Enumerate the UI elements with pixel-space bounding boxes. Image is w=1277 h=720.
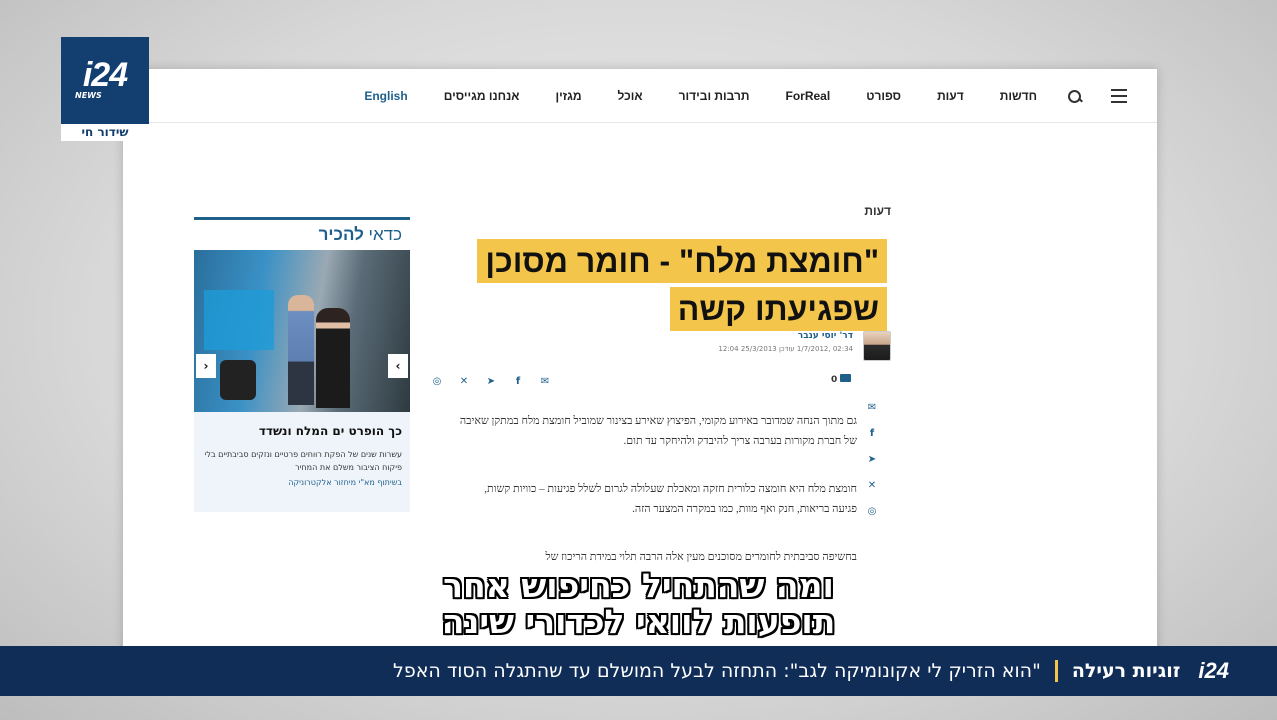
carousel-prev-button[interactable]: ‹: [196, 354, 216, 378]
ticker-logo: i24: [1198, 658, 1229, 683]
photo-person-woman: [316, 308, 350, 408]
headline-line-1: "חומצת מלח" - חומר מסוכן: [477, 239, 887, 283]
subtitle-line-1: ומה שהתחיל כחיפוש אחר: [443, 566, 834, 605]
author-avatar[interactable]: [863, 331, 891, 361]
comments-count: 0: [831, 375, 838, 385]
whatsapp-icon[interactable]: ◎: [431, 376, 443, 387]
sidebar-sponsor: בשיתוף מא"י מיחזור אלקטרוניקה: [288, 478, 402, 487]
telegram-icon[interactable]: ➤: [485, 376, 497, 387]
search-icon[interactable]: [1067, 89, 1081, 103]
headline-line-2: שפגיעתו קשה: [669, 287, 887, 331]
nav-link-food[interactable]: אוכל: [618, 89, 643, 103]
logo-news-text: NEWS: [75, 91, 102, 100]
ticker-separator: [1054, 660, 1058, 682]
ticker-headline: "הוא הזריק לי אקונומיקה לגב": התחזה לבעל…: [393, 660, 1041, 682]
whatsapp-icon[interactable]: ◎: [866, 505, 878, 531]
side-share-bar: ✉ f ➤ ✕ ◎: [865, 401, 879, 531]
facebook-icon[interactable]: f: [512, 376, 524, 387]
news-ticker: i24 זוגיות רעילה "הוא הזריק לי אקונומיקה…: [0, 646, 1277, 696]
subtitle-line-2: תופעות לוואי לכדורי שינה: [441, 602, 836, 641]
article-headline: "חומצת מלח" - חומר מסוכן שפגיעתו קשה: [477, 239, 887, 335]
photo-person-man: [288, 295, 314, 405]
recommended-sidebar: כדאי להכיר ‹ › כך הופרט ים המלח ונשדד עש…: [194, 217, 410, 512]
comment-bubble-icon: [840, 374, 852, 382]
nav-link-sports[interactable]: ספורט: [866, 89, 901, 103]
article-date: 02:34 ,1/7/2012 עודכן 25/3/2013 12:04: [718, 345, 853, 353]
author-name[interactable]: דר' יוסי ענבר: [723, 331, 853, 341]
sidebar-title: כדאי להכיר: [194, 220, 410, 250]
facebook-icon[interactable]: f: [866, 427, 878, 453]
nav-link-english[interactable]: English: [364, 89, 407, 103]
share-toolbar: ◎ ✕ ➤ f ✉: [431, 374, 551, 388]
email-icon[interactable]: ✉: [539, 376, 551, 387]
photo-camera-shape: [220, 360, 256, 400]
sidebar-caption[interactable]: כך הופרט ים המלח ונשדד עשרות שנים של הפק…: [194, 412, 410, 487]
nav-link-opinions[interactable]: דעות: [937, 89, 964, 103]
sidebar-item-description: עשרות שנים של הפקת רווחים פרטיים ונזקים …: [204, 450, 402, 472]
comments-counter[interactable]: 0: [831, 374, 852, 385]
logo-text: i24: [82, 56, 128, 94]
nav-link-news[interactable]: חדשות: [1000, 89, 1037, 103]
sidebar-photo[interactable]: ‹ ›: [194, 250, 410, 412]
nav-link-hiring[interactable]: אנחנו מגייסים: [444, 89, 520, 103]
channel-logo: i24 NEWS שידור חי: [61, 37, 149, 141]
sidebar-title-plain: כדאי: [363, 225, 402, 244]
nav-link-forreal[interactable]: ForReal: [786, 89, 831, 103]
article-paragraph: גם מתוך הנחה שמדובר באירוע מקומי, הפיצוץ…: [459, 415, 857, 447]
article-paragraph: בחשיפה סביבתית לחומרים מסוכנים מעין אלה …: [545, 551, 858, 563]
photo-screen-shape: [204, 290, 274, 350]
hamburger-menu-icon[interactable]: [1111, 89, 1127, 103]
carousel-next-button[interactable]: ›: [388, 354, 408, 378]
sidebar-title-bold: להכיר: [318, 225, 364, 244]
x-twitter-icon[interactable]: ✕: [458, 376, 470, 387]
telegram-icon[interactable]: ➤: [866, 453, 878, 479]
article-section-label[interactable]: דעות: [843, 204, 891, 218]
video-subtitle: ומה שהתחיל כחיפוש אחר תופעות לוואי לכדור…: [0, 568, 1277, 640]
nav-link-culture[interactable]: תרבות ובידור: [679, 89, 750, 103]
article-paragraph: חומצת מלח היא חומצה כלורית חזקה ומאכלת ש…: [484, 483, 857, 515]
site-navbar: חדשות דעות ספורט ForReal תרבות ובידור או…: [123, 69, 1157, 123]
x-twitter-icon[interactable]: ✕: [866, 479, 878, 505]
live-broadcast-label: שידור חי: [61, 124, 149, 141]
email-icon[interactable]: ✉: [866, 401, 878, 427]
sidebar-item-title[interactable]: כך הופרט ים המלח ונשדד: [202, 424, 402, 438]
nav-link-magazine[interactable]: מגזין: [555, 89, 581, 103]
ticker-category-tag: זוגיות רעילה: [1071, 660, 1181, 682]
